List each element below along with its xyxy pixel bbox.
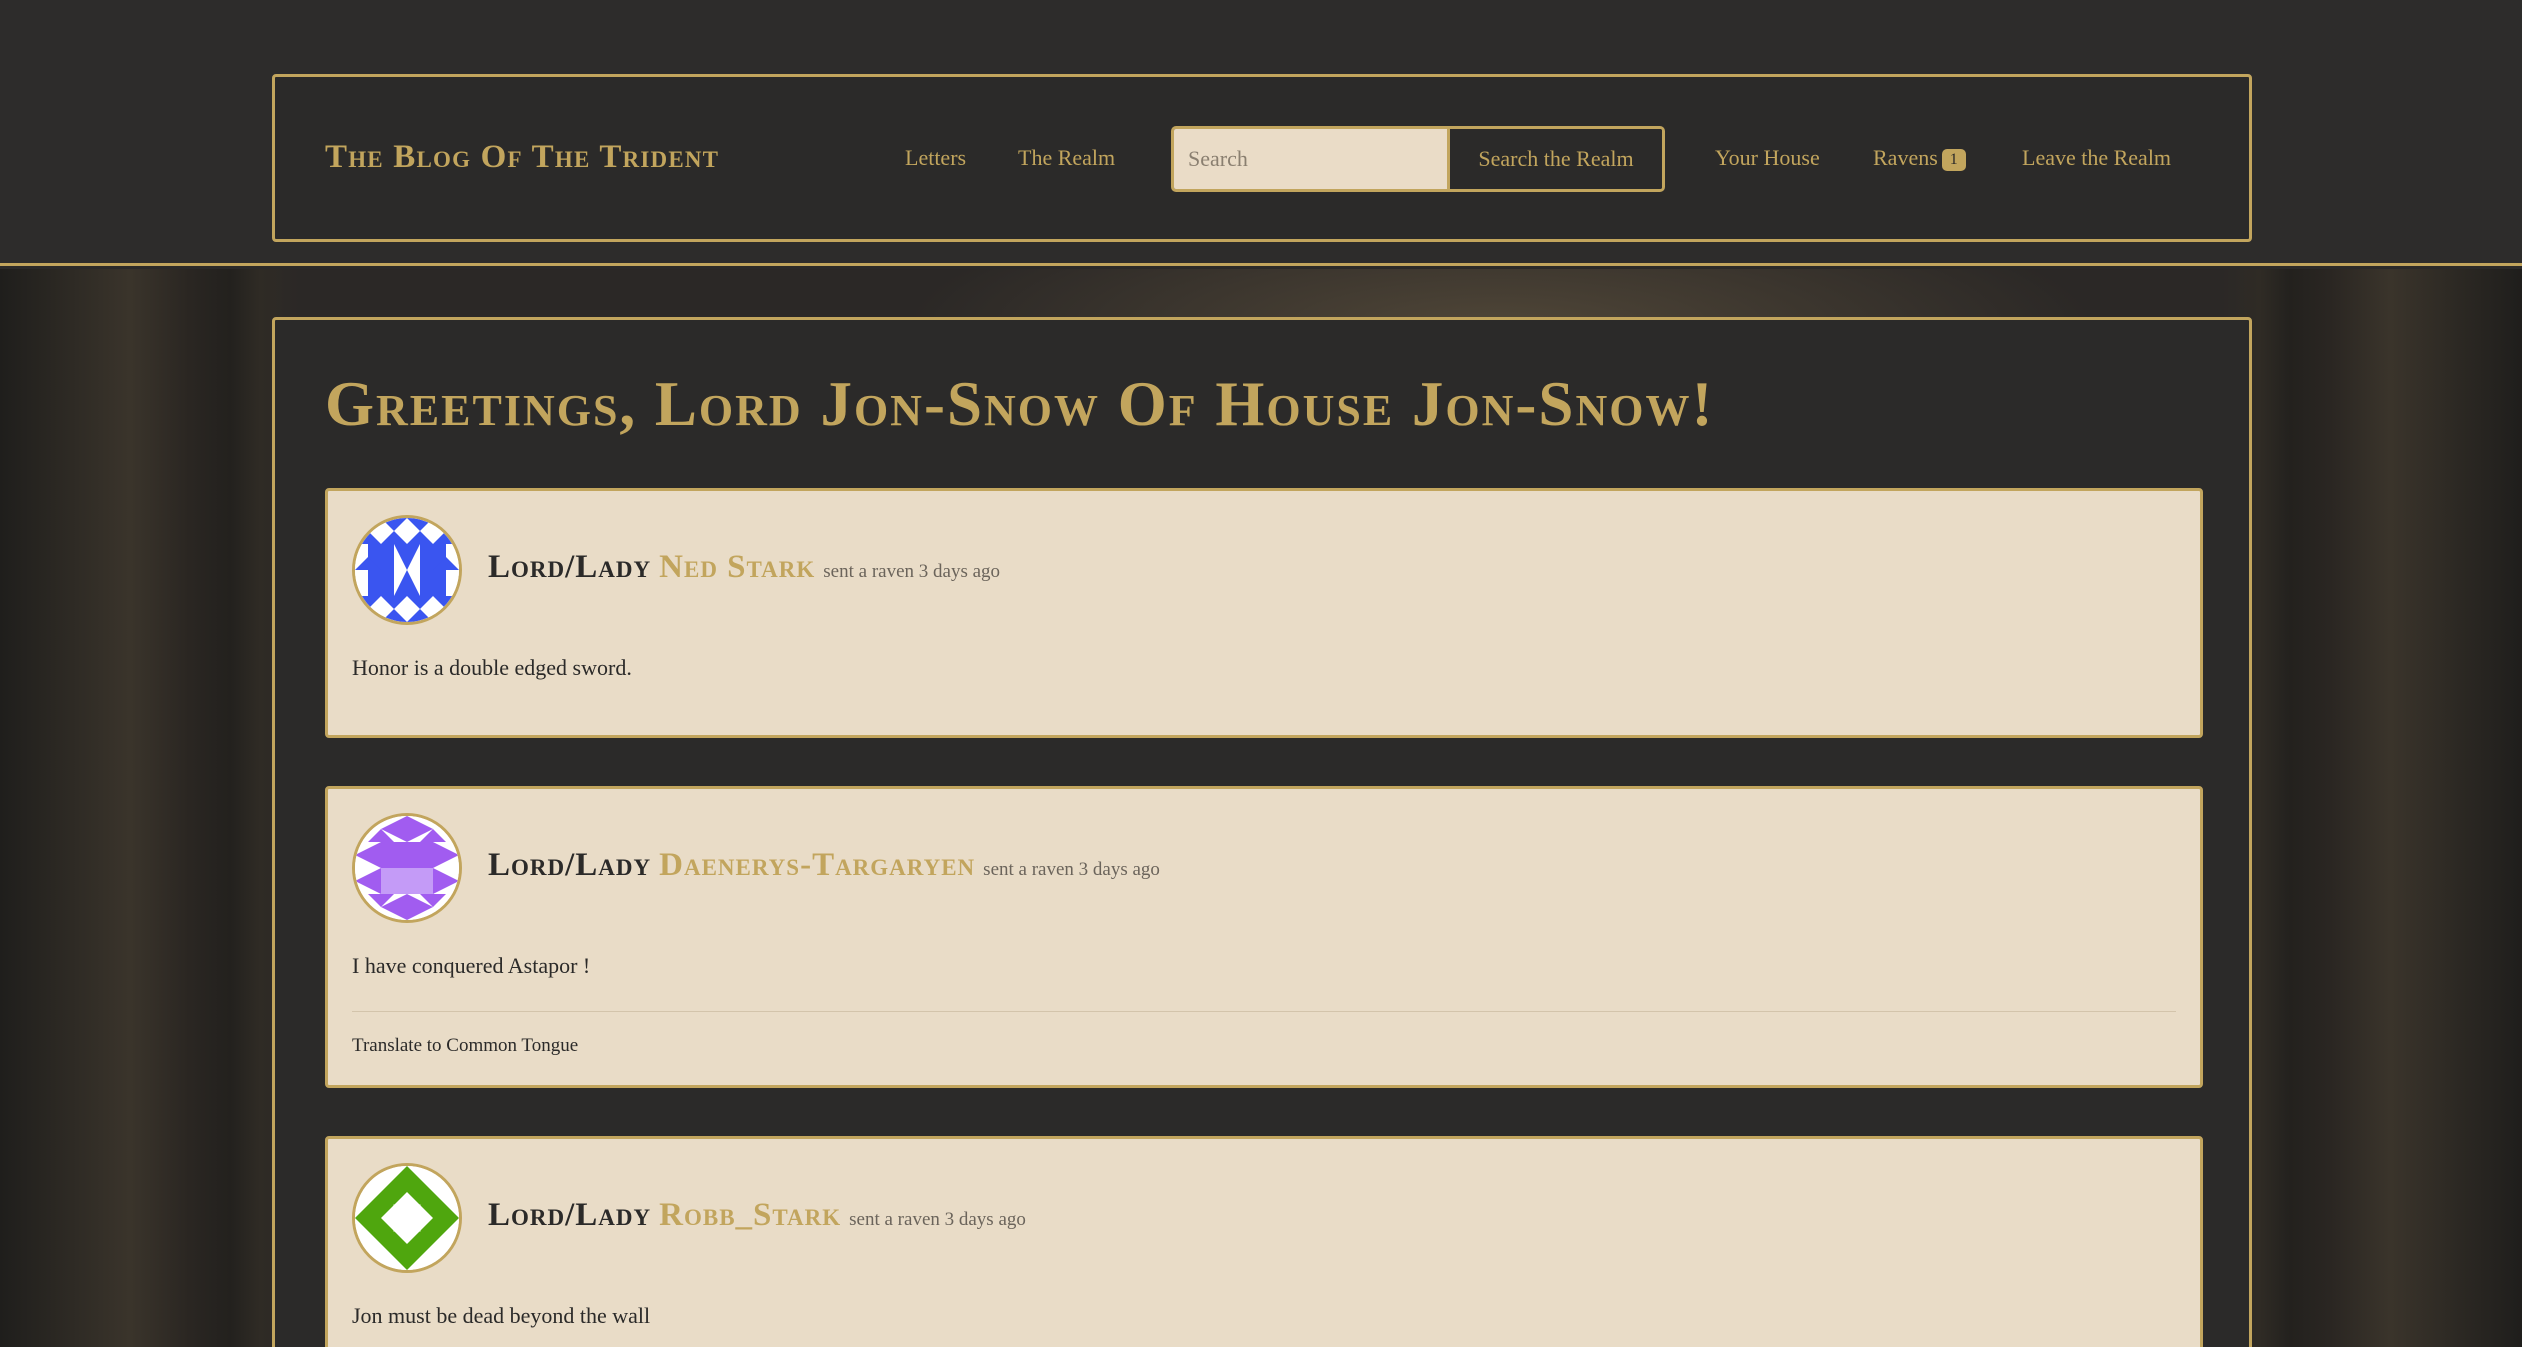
post-timestamp: sent a raven 3 days ago [849, 1209, 1026, 1230]
post-card: Lord/Lady Daenerys-Targaryen sent a raven … [325, 786, 2203, 1088]
navbar-region: The Blog Of The Trident Letters The Real… [0, 0, 2522, 266]
post-timestamp: sent a raven 3 days ago [823, 561, 1001, 582]
page-title: Greetings, Lord Jon-Snow Of House Jon-Sn… [325, 369, 1715, 439]
post-card: Lord/Lady Ned Stark sent a raven 3 days ag… [325, 488, 2203, 738]
navbar: The Blog Of The Trident Letters The Real… [272, 74, 2252, 242]
nav-ravens[interactable]: Ravens 1 [1873, 145, 1966, 171]
post-timestamp: sent a raven 3 days ago [983, 859, 1160, 880]
post-author-link[interactable]: Ned Stark [659, 549, 815, 585]
nav-leave-realm[interactable]: Leave the Realm [2022, 145, 2171, 171]
identicon-icon [355, 518, 459, 622]
identicon-icon [355, 1166, 459, 1270]
post-card: Lord/Lady Robb_Stark sent a raven 3 days a… [325, 1136, 2203, 1347]
post-header: Lord/Lady Robb_Stark sent a raven 3 days a… [488, 1197, 1026, 1234]
post-body: Honor is a double edged sword. [352, 655, 632, 680]
post-header: Lord/Lady Daenerys-Targaryen sent a raven … [488, 847, 1160, 884]
post-divider [352, 1011, 2176, 1012]
post-prefix: Lord/Lady [488, 847, 652, 883]
post-author-link[interactable]: Daenerys-Targaryen [659, 847, 975, 883]
nav-letters[interactable]: Letters [905, 145, 966, 171]
ravens-count-badge: 1 [1941, 148, 1966, 171]
avatar[interactable] [352, 1163, 462, 1273]
avatar[interactable] [352, 813, 462, 923]
nav-the-realm[interactable]: The Realm [1018, 145, 1115, 171]
post-author-link[interactable]: Robb_Stark [659, 1197, 841, 1233]
translate-link[interactable]: Translate to Common Tongue [352, 1035, 578, 1057]
nav-your-house[interactable]: Your House [1715, 145, 1820, 171]
avatar[interactable] [352, 515, 462, 625]
post-prefix: Lord/Lady [488, 1197, 652, 1233]
post-body: I have conquered Astapor ! [352, 953, 591, 978]
search-form: Search the Realm [1171, 126, 1665, 192]
identicon-icon [355, 816, 459, 920]
post-header: Lord/Lady Ned Stark sent a raven 3 days ag… [488, 549, 1000, 586]
post-prefix: Lord/Lady [488, 549, 652, 585]
brand-link[interactable]: The Blog Of The Trident [325, 139, 719, 176]
post-body: Jon must be dead beyond the wall [352, 1303, 651, 1328]
nav-ravens-label: Ravens [1873, 145, 1938, 170]
search-button[interactable]: Search the Realm [1450, 129, 1662, 189]
main-panel: Greetings, Lord Jon-Snow Of House Jon-Sn… [272, 317, 2252, 1347]
search-input[interactable] [1174, 129, 1450, 189]
